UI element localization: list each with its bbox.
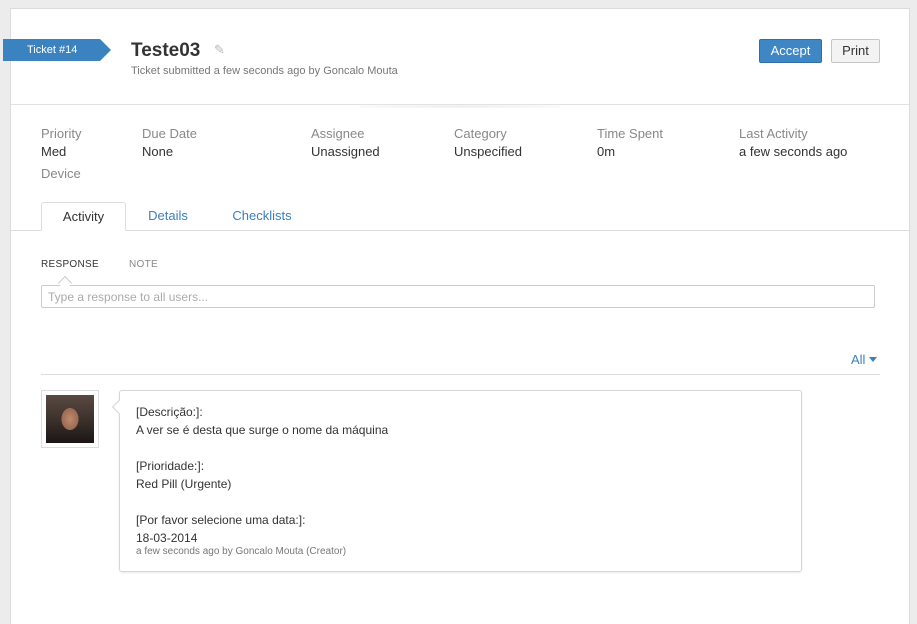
property-priority[interactable]: Priority Med (41, 126, 81, 159)
property-label: Priority (41, 126, 82, 141)
activity-line: [Por favor selecione uma data:]: (136, 513, 306, 527)
property-label: Time Spent (597, 126, 663, 141)
property-value: a few seconds ago (739, 144, 848, 159)
activity-meta: a few seconds ago by Goncalo Mouta (Crea… (136, 546, 347, 557)
property-assignee[interactable]: Assignee Unassigned (311, 126, 380, 159)
chevron-down-icon (869, 357, 878, 362)
property-label: Due Date (142, 126, 197, 141)
property-label: Category (454, 126, 507, 141)
activity-line: 18-03-2014 (136, 531, 198, 545)
response-input[interactable] (41, 285, 875, 308)
property-label: Last Activity (739, 126, 808, 141)
property-label: Assignee (311, 126, 365, 141)
property-value: Unassigned (311, 144, 380, 159)
activity-item: [Descrição:]: A ver se é desta que surge… (119, 390, 802, 572)
property-value: None (142, 144, 174, 159)
avatar (41, 390, 99, 448)
activity-line: [Descrição:]: (136, 405, 203, 419)
note-tab[interactable]: NOTE (129, 259, 158, 270)
property-due-date[interactable]: Due Date None (142, 126, 197, 159)
property-value: Unspecified (454, 144, 522, 159)
property-device[interactable]: Device (41, 166, 81, 181)
activity-content: [Descrição:]: A ver se é desta que surge… (136, 403, 388, 547)
activity-filter-dropdown[interactable]: All (851, 352, 878, 367)
property-value: Med (41, 144, 67, 159)
property-value: 0m (597, 144, 616, 159)
accept-button[interactable]: Accept (759, 39, 822, 63)
property-time-spent[interactable]: Time Spent 0m (597, 126, 663, 159)
avatar-image (46, 395, 94, 443)
property-last-activity: Last Activity a few seconds ago (739, 126, 847, 159)
activity-line: A ver se é desta que surge o nome da máq… (136, 423, 389, 437)
ticket-subtitle: Ticket submitted a few seconds ago by Go… (131, 65, 398, 77)
header-shadow (360, 105, 560, 108)
activity-line: Red Pill (Urgente) (136, 477, 232, 491)
response-tab[interactable]: RESPONSE (41, 259, 99, 270)
activity-line: [Prioridade:]: (136, 459, 205, 473)
tab-activity[interactable]: Activity (41, 202, 126, 231)
tab-details[interactable]: Details (136, 202, 200, 231)
activity-divider (41, 374, 880, 375)
edit-pencil-icon[interactable]: ✎ (214, 42, 225, 58)
property-category[interactable]: Category Unspecified (454, 126, 522, 159)
activity-filter-label: All (851, 352, 866, 367)
tab-checklists[interactable]: Checklists (222, 202, 302, 231)
ticket-number-ribbon: Ticket #14 (3, 39, 111, 61)
print-button[interactable]: Print (831, 39, 880, 63)
ticket-title: Teste03 (131, 40, 201, 61)
